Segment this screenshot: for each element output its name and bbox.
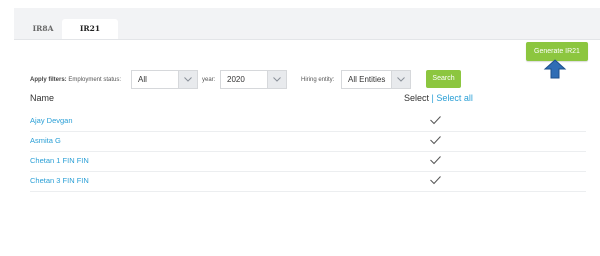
employee-name-link[interactable]: Asmita G [30,136,61,145]
year-value: 2020 [227,75,245,84]
header-separator: | [431,93,434,103]
select-column-header: Select | Select all [404,93,473,103]
chevron-down-icon [267,71,286,88]
search-button[interactable]: Search [426,70,461,88]
employment-status-label: Apply filters: Employment status: [30,77,121,83]
employment-status-value: All [138,75,147,84]
hiring-entity-label: Hiring entity: [301,77,335,83]
employee-name-link[interactable]: Ajay Devgan [30,116,73,125]
table-row: Asmita G [30,131,586,152]
name-column-header: Name [30,93,55,103]
employment-status-select[interactable]: All [131,70,198,89]
checkmark-icon[interactable] [430,176,441,185]
select-all-link[interactable]: Select all [436,93,473,103]
select-header-label: Select [404,93,430,103]
employment-status-text: Employment status: [68,77,122,83]
table-row: Chetan 3 FIN FIN [30,171,586,192]
checkmark-icon[interactable] [430,136,441,145]
checkmark-icon[interactable] [430,116,441,125]
chevron-down-icon [178,71,197,88]
table-row: Chetan 1 FIN FIN [30,151,586,172]
checkmark-icon[interactable] [430,156,441,165]
hiring-entity-value: All Entities [348,75,386,84]
employee-name-link[interactable]: Chetan 3 FIN FIN [30,176,89,185]
year-label: year: [202,77,216,83]
tab-ir21[interactable]: IR21 [62,19,118,39]
hiring-entity-select[interactable]: All Entities [341,70,411,89]
tab-ir8a[interactable]: IR8A [28,19,58,39]
chevron-down-icon [391,71,410,88]
year-select[interactable]: 2020 [220,70,287,89]
employee-name-link[interactable]: Chetan 1 FIN FIN [30,156,89,165]
table-row: Ajay Devgan [30,111,586,132]
up-arrow-icon [543,59,567,79]
apply-filters-label: Apply filters: [30,77,67,83]
